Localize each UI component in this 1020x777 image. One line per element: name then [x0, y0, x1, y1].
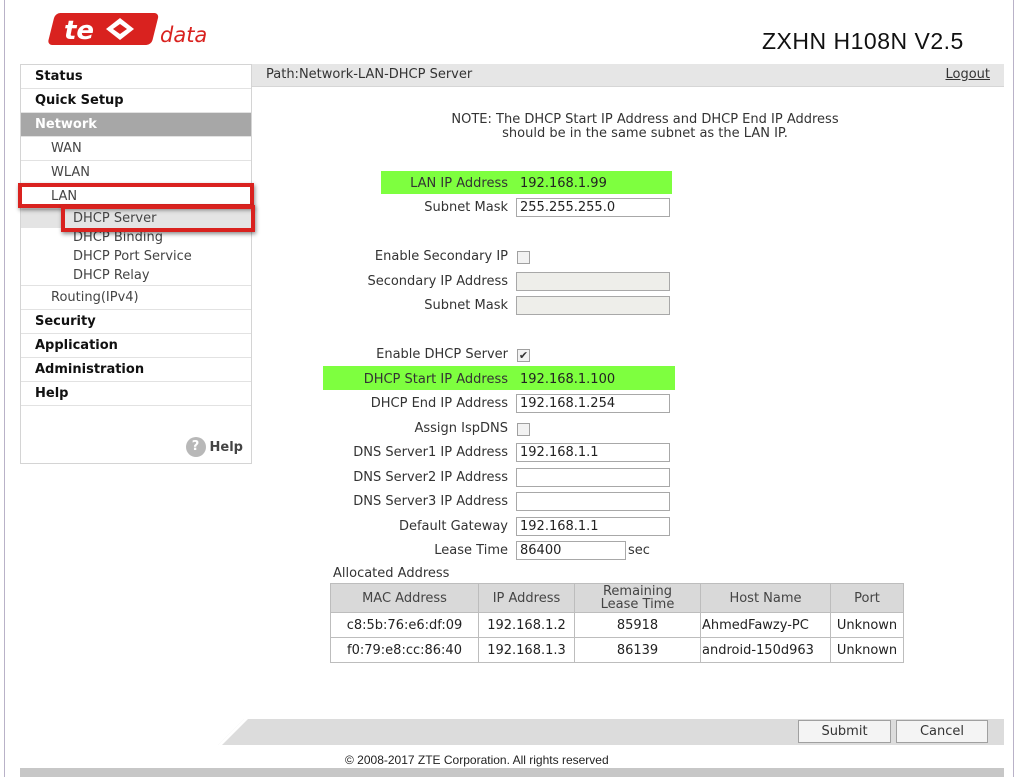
col-ip-address: IP Address	[478, 583, 575, 613]
device-model: ZXHN H108N V2.5	[762, 28, 964, 54]
dns2-label: DNS Server2 IP Address	[353, 470, 508, 485]
sidebar-item-wan[interactable]: WAN	[21, 137, 251, 161]
assign-ispdns-label: Assign IspDNS	[414, 421, 508, 436]
footer-decoration	[218, 719, 288, 745]
cancel-button[interactable]: Cancel	[896, 720, 988, 743]
col-host-name: Host Name	[700, 583, 831, 613]
col-port: Port	[830, 583, 904, 613]
lease-time-unit: sec	[628, 543, 650, 558]
cell-mac: f0:79:e8:cc:86:40	[330, 637, 479, 663]
secondary-ip-label: Secondary IP Address	[367, 274, 508, 289]
help-link-label: Help	[209, 439, 243, 455]
dns2-input[interactable]	[516, 468, 670, 487]
svg-text:te: te	[64, 16, 94, 46]
submit-button[interactable]: Submit	[798, 720, 891, 743]
dns3-label: DNS Server3 IP Address	[353, 494, 508, 509]
cell-port: Unknown	[830, 612, 904, 638]
dns1-label: DNS Server1 IP Address	[353, 445, 508, 460]
dns3-input[interactable]	[516, 492, 670, 511]
enable-secondary-ip-checkbox[interactable]	[517, 251, 530, 264]
copyright: © 2008-2017 ZTE Corporation. All rights …	[345, 753, 609, 767]
subnet-mask-label: Subnet Mask	[424, 200, 508, 215]
cell-ip: 192.168.1.2	[478, 612, 575, 638]
breadcrumb: Path:Network-LAN-DHCP Server Logout	[252, 64, 1004, 87]
lease-time-label: Lease Time	[434, 543, 508, 558]
lease-time-input[interactable]	[516, 541, 626, 560]
dhcp-note: NOTE: The DHCP Start IP Address and DHCP…	[395, 113, 895, 141]
sidebar-item-routing[interactable]: Routing(IPv4)	[21, 286, 251, 310]
cell-port: Unknown	[830, 637, 904, 663]
logout-link[interactable]: Logout	[945, 64, 990, 86]
sidebar-item-help[interactable]: Help	[21, 382, 251, 406]
col-remaining-lease-time: Remaining Lease Time	[574, 583, 701, 613]
lan-ip-input[interactable]	[516, 174, 670, 193]
help-icon: ?	[185, 437, 206, 457]
cell-host: android-150d963	[700, 637, 831, 663]
help-link[interactable]: ? Help	[185, 437, 243, 457]
table-header-row: MAC Address IP Address Remaining Lease Ti…	[330, 583, 904, 613]
dhcp-start-label: DHCP Start IP Address	[363, 372, 508, 387]
note-line-1: NOTE: The DHCP Start IP Address and DHCP…	[451, 112, 839, 127]
sidebar: Status Quick Setup Network WAN WLAN LAN …	[20, 64, 252, 464]
bottom-bar	[20, 768, 1004, 777]
sidebar-item-dhcp-relay[interactable]: DHCP Relay	[21, 266, 251, 286]
cell-host: AhmedFawzy-PC	[700, 612, 831, 638]
sidebar-item-wlan[interactable]: WLAN	[21, 161, 251, 185]
sidebar-item-status[interactable]: Status	[21, 65, 251, 89]
dns1-input[interactable]	[516, 443, 670, 462]
dhcp-end-input[interactable]	[516, 394, 670, 413]
sidebar-item-administration[interactable]: Administration	[21, 358, 251, 382]
svg-text:data: data	[160, 23, 207, 47]
cell-ip: 192.168.1.3	[478, 637, 575, 663]
note-line-2: should be in the same subnet as the LAN …	[502, 126, 788, 141]
breadcrumb-text: Path:Network-LAN-DHCP Server	[266, 67, 473, 82]
cell-mac: c8:5b:76:e6:df:09	[330, 612, 479, 638]
secondary-subnet-input[interactable]	[516, 296, 670, 315]
allocated-address-table: MAC Address IP Address Remaining Lease Ti…	[330, 583, 904, 663]
dhcp-start-input[interactable]	[516, 370, 670, 389]
sidebar-item-quick-setup[interactable]: Quick Setup	[21, 89, 251, 113]
enable-dhcp-label: Enable DHCP Server	[376, 347, 508, 362]
secondary-subnet-label: Subnet Mask	[424, 298, 508, 313]
cell-remaining: 85918	[574, 612, 701, 638]
lan-ip-label: LAN IP Address	[410, 176, 508, 191]
gateway-label: Default Gateway	[398, 519, 508, 534]
col-remaining-line2: Lease Time	[600, 597, 675, 612]
annotation-box-dhcp-server	[61, 205, 255, 232]
assign-ispdns-checkbox[interactable]	[517, 423, 530, 436]
gateway-input[interactable]	[516, 517, 670, 536]
sidebar-item-dhcp-port-service[interactable]: DHCP Port Service	[21, 247, 251, 266]
sidebar-item-application[interactable]: Application	[21, 334, 251, 358]
table-row: c8:5b:76:e6:df:09 192.168.1.2 85918 Ahme…	[330, 612, 904, 638]
sidebar-item-network[interactable]: Network	[21, 113, 251, 137]
table-row: f0:79:e8:cc:86:40 192.168.1.3 86139 andr…	[330, 637, 904, 663]
dhcp-end-label: DHCP End IP Address	[370, 396, 508, 411]
allocated-address-title: Allocated Address	[333, 566, 450, 581]
te-data-logo: te data	[46, 10, 216, 50]
cell-remaining: 86139	[574, 637, 701, 663]
sidebar-item-security[interactable]: Security	[21, 310, 251, 334]
enable-dhcp-checkbox[interactable]: ✔	[517, 349, 530, 362]
secondary-ip-input[interactable]	[516, 272, 670, 291]
enable-secondary-ip-label: Enable Secondary IP	[374, 249, 508, 264]
col-mac-address: MAC Address	[330, 583, 479, 613]
subnet-mask-input[interactable]	[516, 198, 670, 217]
